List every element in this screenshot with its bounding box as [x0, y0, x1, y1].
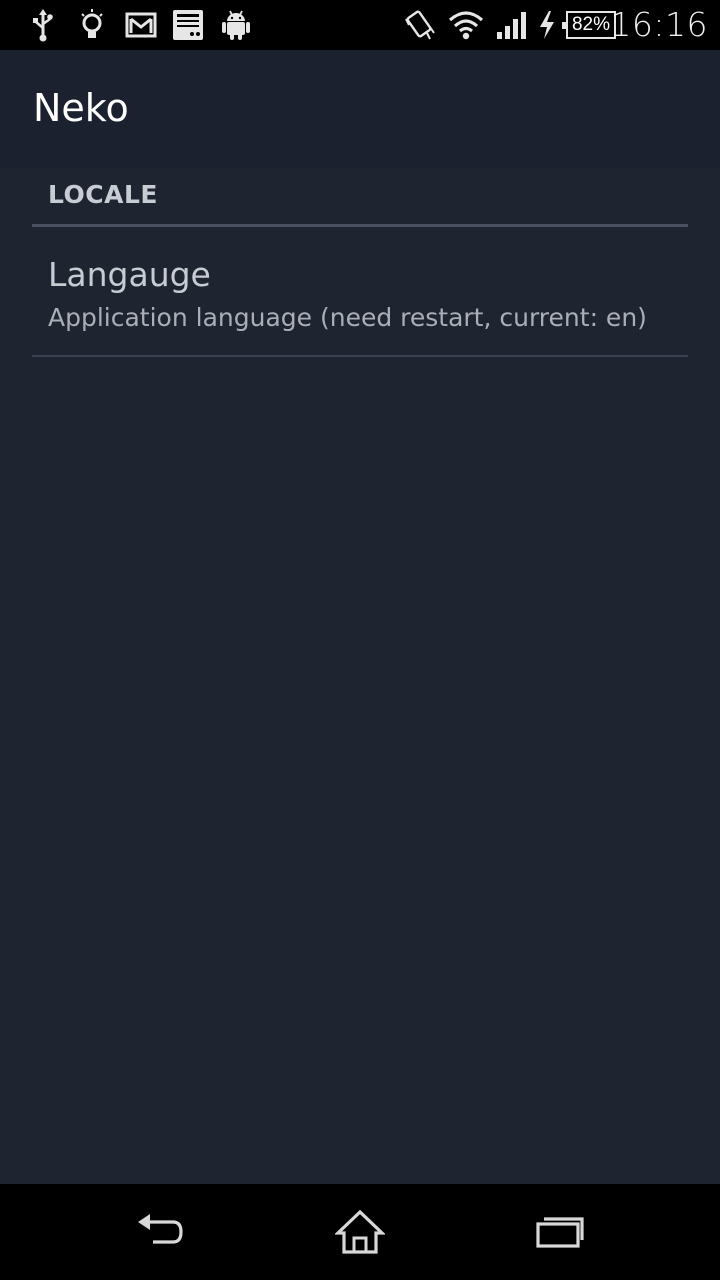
back-button[interactable] — [100, 1184, 220, 1280]
home-icon — [335, 1209, 385, 1254]
category-title: LOCALE — [48, 180, 158, 209]
action-bar: Neko — [0, 50, 720, 168]
home-button[interactable] — [300, 1184, 420, 1280]
back-icon — [138, 1214, 183, 1244]
battery-percent: 82% — [571, 14, 611, 35]
android-icon — [220, 0, 252, 50]
recents-button[interactable] — [500, 1184, 620, 1280]
recents-icon — [536, 1217, 584, 1248]
status-bar: 82% 16:16 — [0, 0, 720, 50]
preference-category: LOCALE — [32, 168, 688, 227]
document-icon — [171, 0, 205, 50]
preference-item-language[interactable]: Langauge Application language (need rest… — [32, 227, 688, 357]
wifi-icon — [446, 0, 486, 50]
lightbulb-icon — [76, 0, 108, 50]
charging-icon — [536, 0, 558, 50]
preference-summary: Application language (need restart, curr… — [48, 303, 647, 332]
signal-icon — [494, 0, 530, 50]
clock: 16:16 — [610, 5, 708, 44]
app-title: Neko — [33, 86, 129, 130]
vibrate-icon — [402, 0, 438, 50]
gmail-icon — [124, 0, 158, 50]
battery-icon: 82% — [560, 0, 618, 50]
usb-icon — [28, 0, 58, 50]
preference-title: Langauge — [48, 255, 211, 294]
navigation-bar — [0, 1184, 720, 1280]
